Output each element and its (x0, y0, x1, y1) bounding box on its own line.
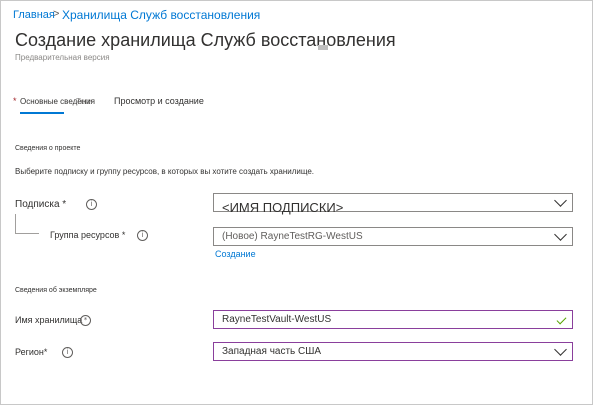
instance-details-heading: Сведения об экземпляре (15, 287, 97, 294)
tab-basics-required-mark: * (13, 96, 17, 106)
region-label: Регион* (15, 347, 48, 357)
subscription-dropdown[interactable]: <ИМЯ ПОДПИСКИ> (213, 193, 573, 215)
tree-connector-horizontal (15, 233, 39, 234)
vault-name-info-icon[interactable]: * (80, 315, 91, 326)
breadcrumb-home[interactable]: Главная (13, 9, 55, 21)
pin-icon[interactable] (318, 45, 328, 50)
resource-group-value: (Новое) RayneTestRG-WestUS (222, 231, 363, 242)
chevron-down-icon (554, 228, 567, 241)
chevron-down-icon (554, 194, 567, 207)
tab-review-create[interactable]: Просмотр и создание (114, 96, 204, 106)
region-info-icon[interactable]: i (62, 347, 73, 358)
tab-selected-indicator (20, 112, 64, 114)
page-title: Создание хранилища Служб восстановления (15, 30, 396, 50)
tree-connector-vertical (15, 214, 16, 233)
resource-group-dropdown[interactable]: (Новое) RayneTestRG-WestUS (213, 227, 573, 246)
vault-name-input[interactable]: RayneTestVault-WestUS (213, 310, 573, 329)
preview-label: Предварительная версия (15, 53, 110, 62)
region-value: Западная часть США (222, 346, 322, 357)
vault-name-label: Имя хранилища (15, 315, 83, 325)
subscription-label: Подписка * (15, 199, 67, 210)
checkmark-icon (556, 314, 567, 325)
project-description: Выберите подписку и группу ресурсов, в к… (15, 167, 315, 176)
tab-tags[interactable]: Теги (76, 97, 92, 106)
breadcrumb-separator: > (53, 8, 60, 20)
resource-group-info-icon[interactable]: i (137, 230, 148, 241)
create-resource-group-link[interactable]: Создание (215, 249, 256, 259)
chevron-down-icon (554, 343, 567, 356)
vault-name-value: RayneTestVault-WestUS (222, 314, 332, 325)
subscription-value: <ИМЯ ПОДПИСКИ> (222, 200, 344, 215)
project-details-heading: Сведения о проекте (15, 145, 81, 152)
breadcrumb-vaults[interactable]: Хранилища Служб восстановления (62, 8, 260, 22)
subscription-info-icon[interactable]: i (86, 199, 97, 210)
resource-group-label: Группа ресурсов * (50, 230, 126, 240)
region-dropdown[interactable]: Западная часть США (213, 342, 573, 361)
